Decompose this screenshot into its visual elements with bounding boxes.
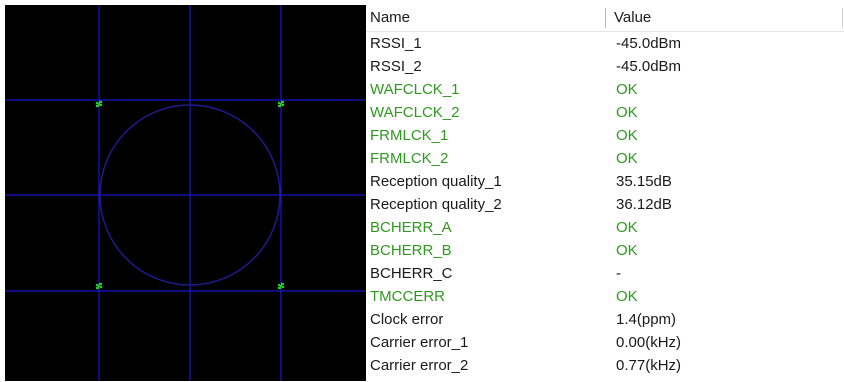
- row-value: -45.0dBm: [616, 35, 682, 52]
- row-value: -45.0dBm: [616, 58, 682, 75]
- row-name: Carrier error_2: [370, 357, 469, 374]
- row-name: RSSI_2: [370, 58, 422, 75]
- constellation-point: [277, 282, 285, 290]
- row-value: OK: [616, 127, 638, 144]
- row-value: OK: [616, 219, 638, 236]
- table-row[interactable]: TMCCERR OK: [366, 285, 844, 308]
- table-row[interactable]: FRMLCK_1 OK: [366, 124, 844, 147]
- table-row[interactable]: BCHERR_B OK: [366, 239, 844, 262]
- row-name: FRMLCK_1: [370, 127, 449, 144]
- row-value: -: [616, 265, 621, 282]
- row-name: TMCCERR: [370, 288, 445, 305]
- status-table: Name Value RSSI_1 -45.0dBm RSSI_2 -45.0dBm W…: [366, 5, 844, 382]
- table-row[interactable]: WAFCLCK_2 OK: [366, 101, 844, 124]
- row-value: 0.77(kHz): [616, 357, 682, 374]
- constellation-point: [95, 100, 103, 108]
- column-divider-end: [842, 8, 843, 28]
- row-name: WAFCLCK_2: [370, 104, 460, 121]
- row-name: BCHERR_A: [370, 219, 452, 236]
- row-name: WAFCLCK_1: [370, 81, 460, 98]
- row-value: 35.15dB: [616, 173, 672, 190]
- row-value: OK: [616, 81, 638, 98]
- row-name: RSSI_1: [370, 35, 422, 52]
- table-row[interactable]: FRMLCK_2 OK: [366, 147, 844, 170]
- row-value: OK: [616, 288, 638, 305]
- table-row[interactable]: BCHERR_C -: [366, 262, 844, 285]
- constellation-point: [277, 100, 285, 108]
- row-name: BCHERR_C: [370, 265, 453, 282]
- table-row[interactable]: BCHERR_A OK: [366, 216, 844, 239]
- row-value: OK: [616, 150, 638, 167]
- row-value: 1.4(ppm): [616, 311, 677, 328]
- table-row[interactable]: RSSI_2 -45.0dBm: [366, 55, 844, 78]
- constellation-point: [95, 282, 103, 290]
- row-name: FRMLCK_2: [370, 150, 449, 167]
- table-row[interactable]: WAFCLCK_1 OK: [366, 78, 844, 101]
- row-name: Reception quality_1: [370, 173, 502, 190]
- table-body: RSSI_1 -45.0dBm RSSI_2 -45.0dBm WAFCLCK_1 OK W…: [366, 32, 844, 377]
- table-row[interactable]: Reception quality_1 35.15dB: [366, 170, 844, 193]
- row-name: Reception quality_2: [370, 196, 502, 213]
- table-row[interactable]: Carrier error_2 0.77(kHz): [366, 354, 844, 377]
- row-value: OK: [616, 242, 638, 259]
- row-value: 0.00(kHz): [616, 334, 682, 351]
- table-row[interactable]: RSSI_1 -45.0dBm: [366, 32, 844, 55]
- table-row[interactable]: Reception quality_2 36.12dB: [366, 193, 844, 216]
- column-header-value[interactable]: Value: [614, 5, 840, 31]
- row-value: OK: [616, 104, 638, 121]
- row-value: 36.12dB: [616, 196, 672, 213]
- row-name: BCHERR_B: [370, 242, 452, 259]
- column-divider[interactable]: [605, 8, 606, 28]
- column-header-name[interactable]: Name: [370, 5, 600, 31]
- constellation-diagram-icon: [5, 5, 367, 381]
- table-row[interactable]: Clock error 1.4(ppm): [366, 308, 844, 331]
- row-name: Carrier error_1: [370, 334, 469, 351]
- table-header: Name Value: [366, 5, 844, 32]
- row-name: Clock error: [370, 311, 444, 328]
- constellation-display: [5, 5, 367, 381]
- table-row[interactable]: Carrier error_1 0.00(kHz): [366, 331, 844, 354]
